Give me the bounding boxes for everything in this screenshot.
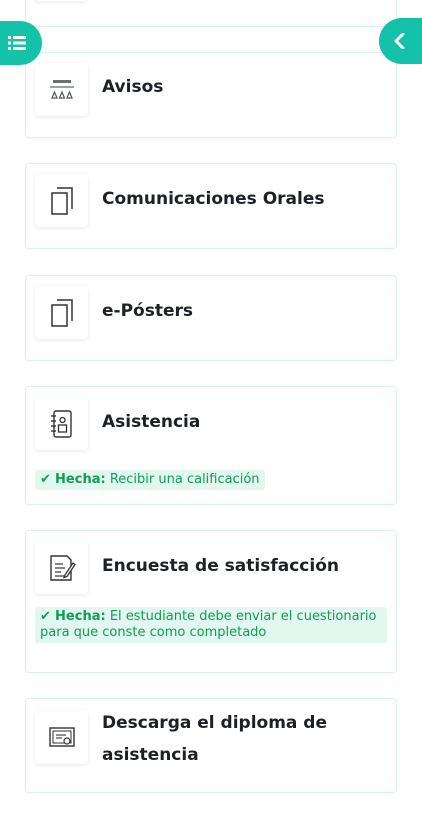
feedback-icon [35, 541, 88, 594]
activity-title-line2[interactable]: asistencia [102, 739, 199, 771]
activity-title[interactable]: Avisos [102, 71, 163, 103]
chevron-left-icon [394, 33, 405, 49]
completion-text: Recibir una calificación [109, 472, 260, 487]
activity-card-e-posters[interactable]: e-Pósters [25, 275, 397, 361]
course-index-toggle-button[interactable] [379, 18, 422, 64]
completion-badge: ✔ Hecha: El estudiante debe enviar el cu… [35, 607, 387, 643]
activity-title[interactable]: Asistencia [102, 406, 200, 438]
folder-icon [35, 286, 88, 339]
activity-title[interactable]: Comunicaciones Orales [102, 183, 325, 215]
completion-status: Hecha: [55, 472, 106, 487]
activity-card-encuesta[interactable]: Encuesta de satisfacción ✔ Hecha: El est… [25, 530, 397, 673]
activity-card-partial [25, 0, 397, 27]
drawer-toggle-button[interactable] [0, 21, 42, 65]
list-icon [8, 36, 26, 50]
folder-icon [35, 174, 88, 227]
forum-icon [35, 63, 88, 116]
activity-title[interactable]: e-Pósters [102, 295, 193, 327]
activity-title[interactable]: Encuesta de satisfacción [102, 550, 339, 582]
activity-card-asistencia[interactable]: Asistencia ✔ Hecha: Recibir una califica… [25, 386, 397, 505]
check-icon: ✔ [40, 609, 51, 624]
activity-title-line1[interactable]: Descarga el diploma de [102, 707, 327, 739]
completion-badge: ✔ Hecha: Recibir una calificación [35, 470, 265, 490]
activity-icon-box [35, 0, 88, 1]
activity-card-avisos[interactable]: Avisos [25, 52, 397, 138]
completion-status: Hecha: [55, 609, 106, 624]
certificate-icon [35, 711, 88, 764]
check-icon: ✔ [40, 472, 51, 487]
activity-card-comunicaciones-orales[interactable]: Comunicaciones Orales [25, 163, 397, 249]
activity-card-diploma[interactable]: Descarga el diploma de asistencia [25, 698, 397, 793]
attendance-icon [35, 397, 88, 450]
